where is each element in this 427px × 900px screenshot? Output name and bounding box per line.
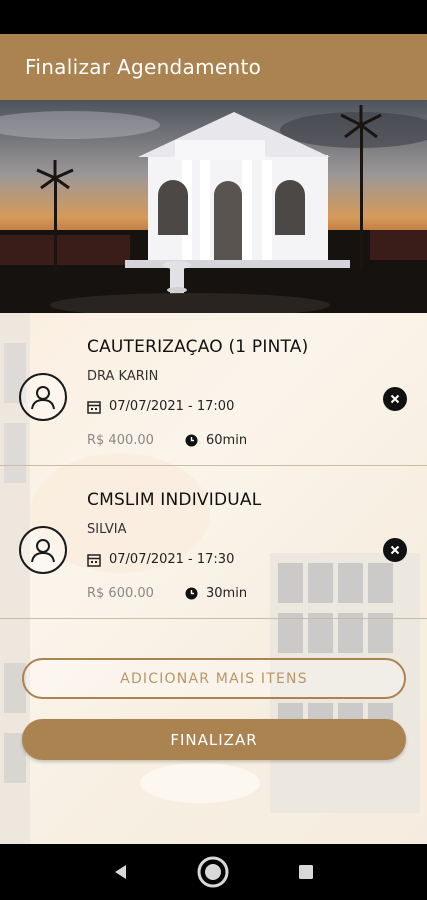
content-area: CAUTERIZAÇAO (1 PINTA) DRA KARIN 07/07/2… (0, 313, 427, 844)
clock-icon (185, 434, 198, 447)
service-name: CMSLIM INDIVIDUAL (87, 490, 262, 510)
nav-home-icon (197, 856, 229, 888)
status-bar (0, 0, 427, 34)
item-price: R$ 600.00 (87, 586, 154, 601)
user-outline-icon (19, 526, 67, 574)
appointment-datetime: 07/07/2021 - 17:30 (109, 552, 235, 567)
appointment-datetime: 07/07/2021 - 17:00 (109, 399, 235, 414)
item-duration: 30min (206, 586, 248, 601)
remove-item-button[interactable] (383, 387, 407, 411)
nav-home-button[interactable] (193, 852, 233, 892)
cart-list: CAUTERIZAÇAO (1 PINTA) DRA KARIN 07/07/2… (0, 313, 427, 619)
finish-button[interactable]: FINALIZAR (22, 719, 406, 760)
calendar-icon (87, 553, 101, 567)
system-nav-bar (0, 844, 427, 900)
nav-back-button[interactable] (101, 852, 141, 892)
item-price: R$ 400.00 (87, 433, 154, 448)
datetime-row: 07/07/2021 - 17:00 (87, 399, 234, 414)
datetime-row: 07/07/2021 - 17:30 (87, 552, 234, 567)
nav-recents-button[interactable] (286, 852, 326, 892)
remove-item-button[interactable] (383, 538, 407, 562)
calendar-icon (87, 400, 101, 414)
nav-back-icon (115, 865, 127, 879)
user-outline-icon (19, 373, 67, 421)
hero-image (0, 100, 427, 313)
clock-icon (185, 587, 198, 600)
professional-name: SILVIA (87, 522, 127, 537)
item-duration: 60min (206, 433, 248, 448)
page-title: Finalizar Agendamento (25, 55, 262, 79)
nav-recents-icon (298, 865, 313, 879)
list-item: CAUTERIZAÇAO (1 PINTA) DRA KARIN 07/07/2… (0, 313, 427, 466)
service-name: CAUTERIZAÇAO (1 PINTA) (87, 337, 309, 357)
app-bar: Finalizar Agendamento (0, 34, 427, 100)
close-icon (390, 394, 400, 404)
add-more-items-button[interactable]: ADICIONAR MAIS ITENS (22, 658, 406, 699)
list-item: CMSLIM INDIVIDUAL SILVIA 07/07/2021 - 17… (0, 466, 427, 619)
close-icon (390, 545, 400, 555)
price-duration-row: R$ 600.00 30min (87, 586, 247, 601)
price-duration-row: R$ 400.00 60min (87, 433, 247, 448)
professional-name: DRA KARIN (87, 369, 159, 384)
